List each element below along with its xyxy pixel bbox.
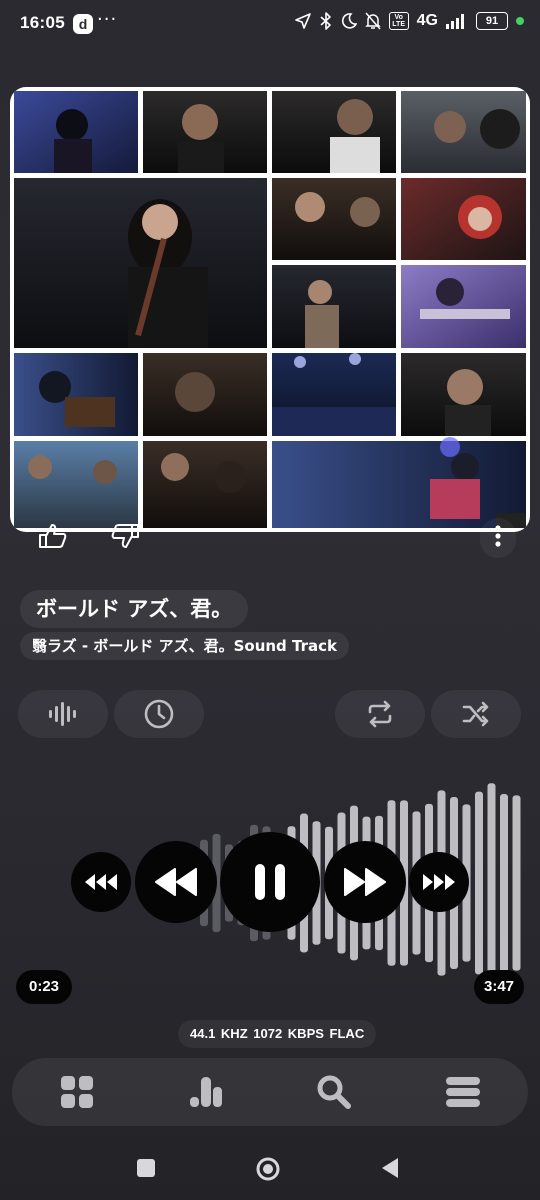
track-subtitle[interactable]: 翳ラズ - ボールド アズ、君。Sound Track	[20, 632, 349, 660]
sample-rate: 44.1 KHZ	[190, 1026, 248, 1041]
app-notification-icon: d	[73, 14, 93, 34]
nav-search[interactable]	[309, 1068, 359, 1116]
bell-off-icon	[364, 12, 381, 30]
library-grid-icon	[61, 1076, 93, 1108]
status-bar: 16:05 d ··· Vo LTE 4G 91	[0, 0, 540, 48]
equalizer-icon	[49, 702, 76, 726]
status-icons: Vo LTE 4G 91	[294, 12, 524, 30]
forward-icon	[344, 868, 386, 896]
home-button[interactable]	[255, 1156, 281, 1182]
more-options-button[interactable]	[480, 518, 516, 558]
bitrate: 1072 KBPS	[253, 1026, 324, 1041]
fast-rewind-button[interactable]	[71, 852, 131, 912]
waveform-bar	[512, 795, 521, 971]
nav-charts[interactable]	[181, 1068, 231, 1116]
track-title: ボールド アズ、君。	[20, 590, 249, 628]
audio-format: FLAC	[329, 1026, 365, 1041]
status-time: 16:05	[20, 13, 65, 32]
fast-rewind-icon	[85, 874, 117, 890]
pause-button[interactable]	[220, 832, 320, 932]
pause-icon	[255, 864, 285, 900]
nav-library[interactable]	[52, 1068, 102, 1116]
battery-indicator: 91	[476, 12, 508, 30]
volte-icon: Vo LTE	[388, 12, 409, 30]
sleep-timer-button[interactable]	[114, 690, 204, 738]
rewind-icon	[155, 868, 197, 896]
queue-menu-icon	[446, 1077, 480, 1107]
signal-icon	[446, 14, 464, 29]
more-notifications-icon: ···	[97, 9, 118, 30]
fast-forward-button[interactable]	[409, 852, 469, 912]
network-type: 4G	[416, 12, 438, 29]
privacy-indicator-dot	[516, 17, 524, 25]
elapsed-time: 0:23	[16, 970, 72, 1004]
recent-apps-button[interactable]	[136, 1158, 156, 1178]
repeat-button[interactable]	[335, 690, 425, 738]
nav-queue[interactable]	[438, 1068, 488, 1116]
system-navigation-bar	[0, 1140, 540, 1200]
thumbs-up-button[interactable]	[38, 523, 68, 549]
shuffle-button[interactable]	[431, 690, 521, 738]
repeat-icon	[368, 700, 392, 728]
shuffle-icon	[462, 701, 489, 727]
moon-icon	[341, 13, 357, 29]
waveform-bar	[487, 783, 496, 983]
location-arrow-icon	[294, 13, 311, 29]
previous-button[interactable]	[135, 841, 217, 923]
album-collage-image	[14, 91, 526, 528]
thumbs-down-button[interactable]	[110, 523, 140, 549]
next-button[interactable]	[324, 841, 406, 923]
total-duration: 3:47	[474, 970, 524, 1004]
equalizer-button[interactable]	[18, 690, 108, 738]
waveform-bar	[500, 793, 508, 973]
fast-forward-icon	[423, 874, 455, 890]
search-icon	[317, 1075, 351, 1109]
album-art[interactable]	[10, 87, 530, 532]
charts-icon	[190, 1077, 222, 1107]
bottom-navigation	[12, 1058, 528, 1126]
sleep-timer-icon	[144, 699, 174, 729]
more-vertical-icon	[495, 525, 501, 547]
bluetooth-icon	[320, 12, 331, 30]
waveform-bar	[475, 791, 483, 975]
audio-quality-badge: 44.1 KHZ 1072 KBPS FLAC	[178, 1020, 377, 1048]
back-button[interactable]	[380, 1157, 400, 1179]
